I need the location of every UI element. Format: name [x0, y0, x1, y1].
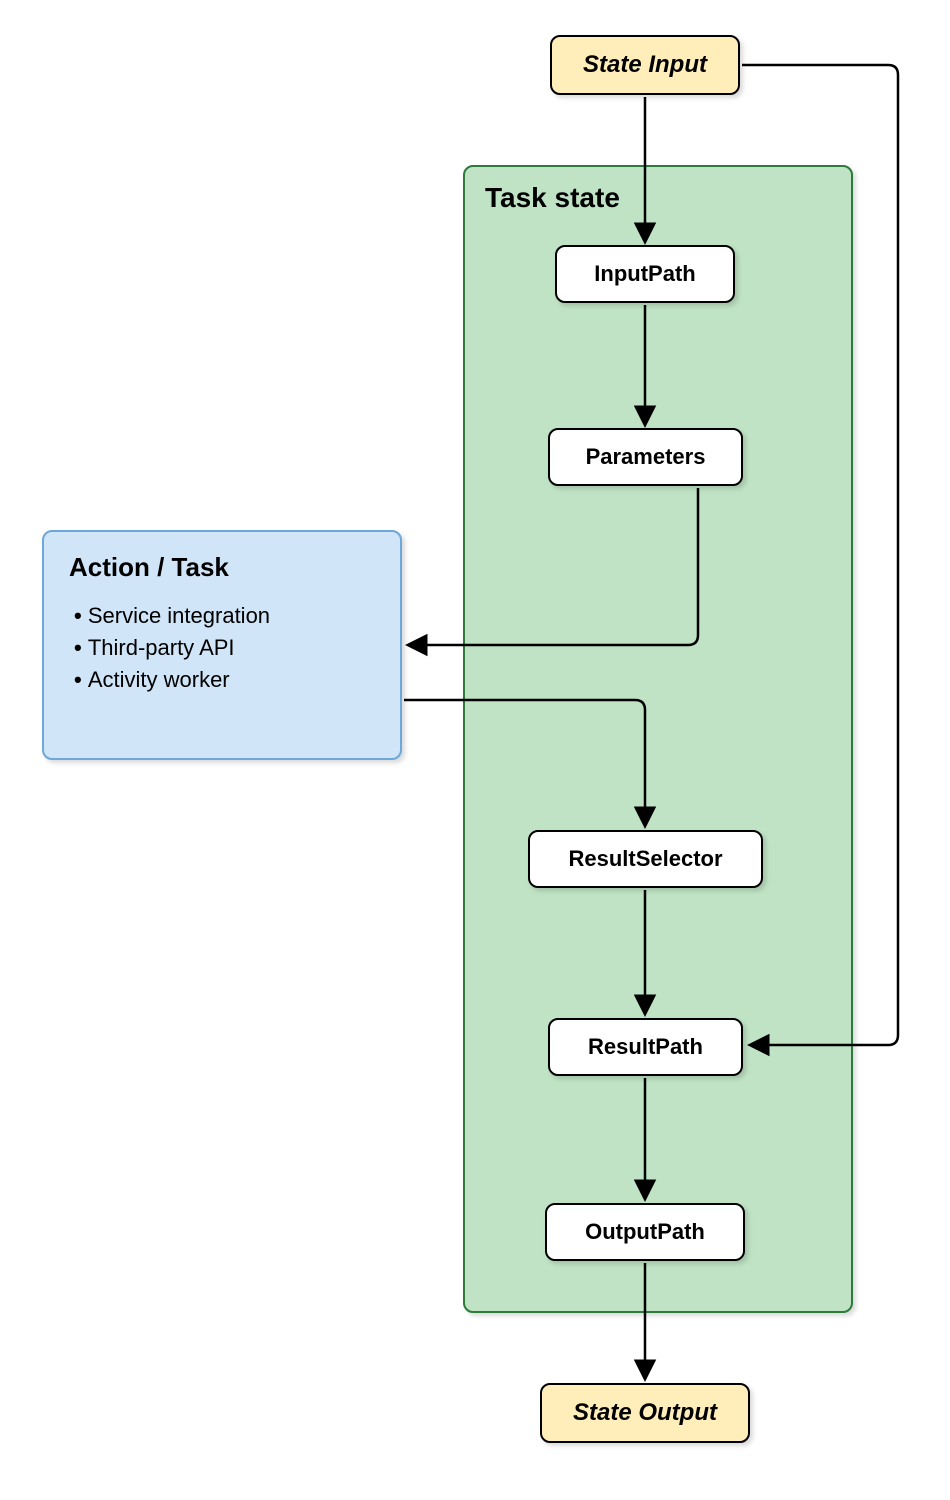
diagram-container: State Input Task state InputPath Paramet… — [0, 0, 950, 1500]
state-output-box: State Output — [540, 1383, 750, 1443]
state-output-label: State Output — [573, 1399, 717, 1427]
resultpath-label: ResultPath — [588, 1034, 703, 1060]
action-item-api: Third-party API — [74, 635, 375, 661]
action-task-title: Action / Task — [69, 552, 375, 583]
action-task-box: Action / Task Service integration Third-… — [42, 530, 402, 760]
action-task-list: Service integration Third-party API Acti… — [69, 603, 375, 693]
state-input-label: State Input — [583, 51, 707, 79]
resultselector-box: ResultSelector — [528, 830, 763, 888]
task-state-container: Task state — [463, 165, 853, 1313]
outputpath-label: OutputPath — [585, 1219, 705, 1245]
parameters-box: Parameters — [548, 428, 743, 486]
inputpath-box: InputPath — [555, 245, 735, 303]
outputpath-box: OutputPath — [545, 1203, 745, 1261]
action-item-worker: Activity worker — [74, 667, 375, 693]
parameters-label: Parameters — [586, 444, 706, 470]
state-input-box: State Input — [550, 35, 740, 95]
resultselector-label: ResultSelector — [568, 846, 722, 872]
resultpath-box: ResultPath — [548, 1018, 743, 1076]
inputpath-label: InputPath — [594, 261, 695, 287]
task-state-label: Task state — [485, 182, 620, 214]
action-item-service: Service integration — [74, 603, 375, 629]
